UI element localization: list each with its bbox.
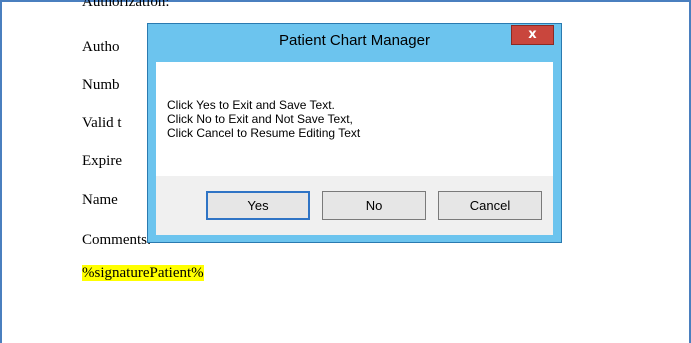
dialog-message-line: Click Yes to Exit and Save Text. bbox=[167, 98, 335, 112]
dialog-message-area: Click Yes to Exit and Save Text. Click N… bbox=[156, 62, 553, 176]
signature-placeholder: %signaturePatient% bbox=[82, 265, 204, 282]
dialog-message-line: Click Cancel to Resume Editing Text bbox=[167, 126, 361, 140]
yes-button[interactable]: Yes bbox=[206, 191, 310, 220]
dialog-body: Click Yes to Exit and Save Text. Click N… bbox=[156, 62, 553, 235]
close-icon[interactable]: x bbox=[511, 25, 554, 45]
doc-line-author: Autho bbox=[82, 39, 120, 55]
doc-line-expire: Expire bbox=[82, 153, 122, 169]
signature-placeholder-text: %signaturePatient% bbox=[82, 265, 204, 281]
save-confirm-dialog: Patient Chart Manager x Click Yes to Exi… bbox=[147, 23, 562, 243]
doc-line-comments: Comments: bbox=[82, 232, 152, 248]
cancel-button[interactable]: Cancel bbox=[438, 191, 542, 220]
doc-line-authorization-heading: Authorization: bbox=[82, 0, 170, 10]
dialog-message: Click Yes to Exit and Save Text. Click N… bbox=[167, 98, 360, 140]
no-button[interactable]: No bbox=[322, 191, 426, 220]
doc-line-valid: Valid t bbox=[82, 115, 122, 131]
doc-line-name: Name bbox=[82, 192, 118, 208]
doc-line-number: Numb bbox=[82, 77, 120, 93]
dialog-message-line: Click No to Exit and Not Save Text, bbox=[167, 112, 353, 126]
dialog-title: Patient Chart Manager bbox=[279, 32, 430, 49]
